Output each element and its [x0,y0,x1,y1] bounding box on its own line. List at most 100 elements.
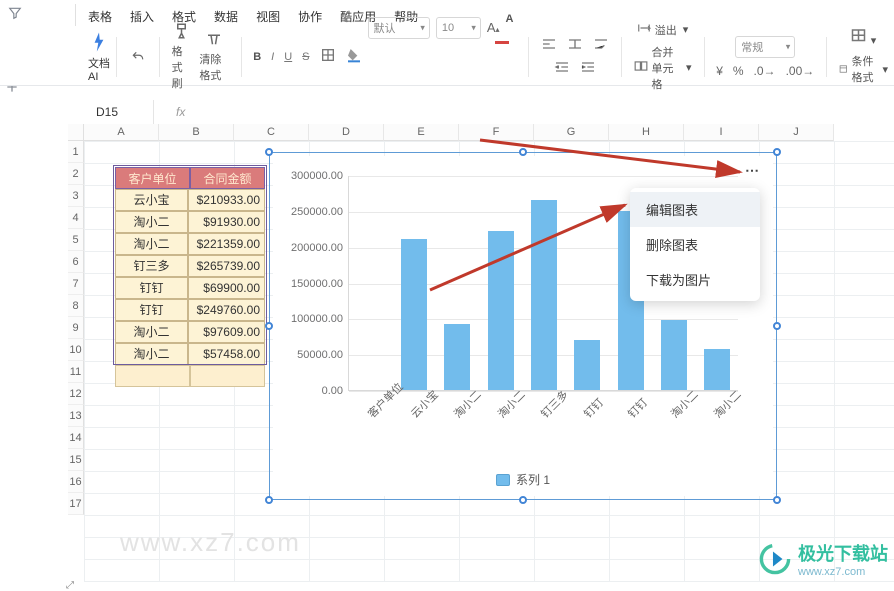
overflow-icon[interactable] [637,22,651,37]
table-cell[interactable]: $69900.00 [188,277,265,299]
doc-ai-button[interactable]: 文档AI [88,31,110,83]
table-cell[interactable]: $91930.00 [188,211,265,233]
row-header[interactable]: 16 [68,471,84,493]
row-header[interactable]: 14 [68,427,84,449]
select-all-corner[interactable] [68,124,84,141]
column-header[interactable]: C [234,124,309,141]
dec-dec-icon[interactable]: .00→ [786,64,815,78]
watermark: www.xz7.com [120,527,301,558]
ctx-edit-chart[interactable]: 编辑图表 [630,192,760,227]
table-header: 合同金额 [190,167,265,189]
row-header[interactable]: 5 [68,229,84,251]
border-button[interactable] [320,47,336,66]
table-cell[interactable]: 淘小二 [115,321,188,343]
row-header[interactable]: 17 [68,493,84,515]
number-format-select[interactable]: 常规▾ [735,36,795,58]
row-header[interactable]: 2 [68,163,84,185]
table-header: 客户单位 [115,167,190,189]
column-header[interactable]: F [459,124,534,141]
table-cell[interactable]: 钉三多 [115,255,188,277]
ctx-delete-chart[interactable]: 删除图表 [630,227,760,262]
table-cell[interactable]: 钉钉 [115,277,188,299]
column-header[interactable]: J [759,124,834,141]
currency-button[interactable]: ¥ [716,64,723,78]
fx-icon[interactable]: fx [176,105,185,119]
menu-item[interactable]: 表格 [88,8,112,28]
percent-button[interactable]: % [733,64,744,78]
font-family-select[interactable]: 默认▾ [368,17,430,39]
ctx-download-image[interactable]: 下载为图片 [630,262,760,297]
row-header[interactable]: 4 [68,207,84,229]
align-left-icon[interactable] [541,38,557,53]
row-header[interactable]: 3 [68,185,84,207]
font-size-select[interactable]: 10▾ [436,17,481,39]
underline-button[interactable]: U [284,51,292,63]
chart-bar[interactable] [661,320,687,390]
chart-bar[interactable] [531,200,557,390]
bold-button[interactable]: B [253,51,261,63]
chart-legend: 系列 1 [273,471,773,488]
row-header[interactable]: 12 [68,383,84,405]
chart-bar[interactable] [401,239,427,390]
row-header[interactable]: 10 [68,339,84,361]
strike-button[interactable]: S [302,51,309,63]
table-cell[interactable]: 淘小二 [115,233,188,255]
column-header[interactable]: H [609,124,684,141]
column-header[interactable]: I [684,124,759,141]
row-header[interactable]: 7 [68,273,84,295]
column-header[interactable]: E [384,124,459,141]
cond-format[interactable]: 条件格式▾ [839,53,888,85]
menu-item[interactable]: 协作 [298,8,322,28]
table-cell[interactable]: $221359.00 [188,233,265,255]
table-cell[interactable]: 云小宝 [115,189,188,211]
font-color-button[interactable]: A [506,13,517,43]
filter-icon[interactable] [8,6,22,25]
chart-bar[interactable] [444,324,470,390]
row-header[interactable]: 15 [68,449,84,471]
column-header[interactable]: A [84,124,159,141]
x-axis-label: 钉钉 [624,394,651,421]
formula-bar: D15 fx [84,100,888,124]
italic-button[interactable]: I [271,51,274,63]
chart-bar[interactable] [704,349,730,390]
row-header[interactable]: 11 [68,361,84,383]
fill-color-button[interactable] [346,47,362,66]
chart-more-icon[interactable]: ⋯ [745,162,761,179]
table-cell[interactable]: 淘小二 [115,211,188,233]
chart-bar[interactable] [488,231,514,390]
menu-item[interactable]: 视图 [256,8,280,28]
table-cell[interactable]: 钉钉 [115,299,188,321]
column-header[interactable]: D [309,124,384,141]
y-axis-tick: 100000.00 [279,313,349,325]
insert-grid-icon[interactable]: ▾ [851,28,877,47]
row-header[interactable]: 6 [68,251,84,273]
format-brush[interactable]: 格式刷 [172,22,194,91]
column-header[interactable]: G [534,124,609,141]
merge-cells-icon[interactable] [634,60,648,75]
table-cell[interactable]: $57458.00 [188,343,265,365]
table-cell[interactable]: $210933.00 [188,189,265,211]
menu-item[interactable]: 插入 [130,8,154,28]
table-cell[interactable]: $249760.00 [188,299,265,321]
indent-inc-icon[interactable] [580,61,596,76]
row-header[interactable]: 8 [68,295,84,317]
chart-bar[interactable] [574,340,600,390]
chart-context-menu: 编辑图表 删除图表 下载为图片 [630,188,760,301]
dec-inc-icon[interactable]: .0→ [754,64,776,78]
y-axis-tick: 50000.00 [279,349,349,361]
name-box[interactable]: D15 [84,100,154,124]
row-header[interactable]: 9 [68,317,84,339]
indent-dec-icon[interactable] [554,61,570,76]
inc-font-icon[interactable]: A▴ [487,20,500,35]
table-cell[interactable]: 淘小二 [115,343,188,365]
clear-format[interactable]: 清除格式 [199,30,228,83]
wrap-icon[interactable] [593,38,609,53]
table-cell[interactable]: $265739.00 [188,255,265,277]
undo-button[interactable] [129,50,147,64]
table-cell[interactable]: $97609.00 [188,321,265,343]
row-header[interactable]: 13 [68,405,84,427]
row-header[interactable]: 1 [68,141,84,163]
y-axis-tick: 250000.00 [279,206,349,218]
valign-icon[interactable] [567,38,583,53]
column-header[interactable]: B [159,124,234,141]
